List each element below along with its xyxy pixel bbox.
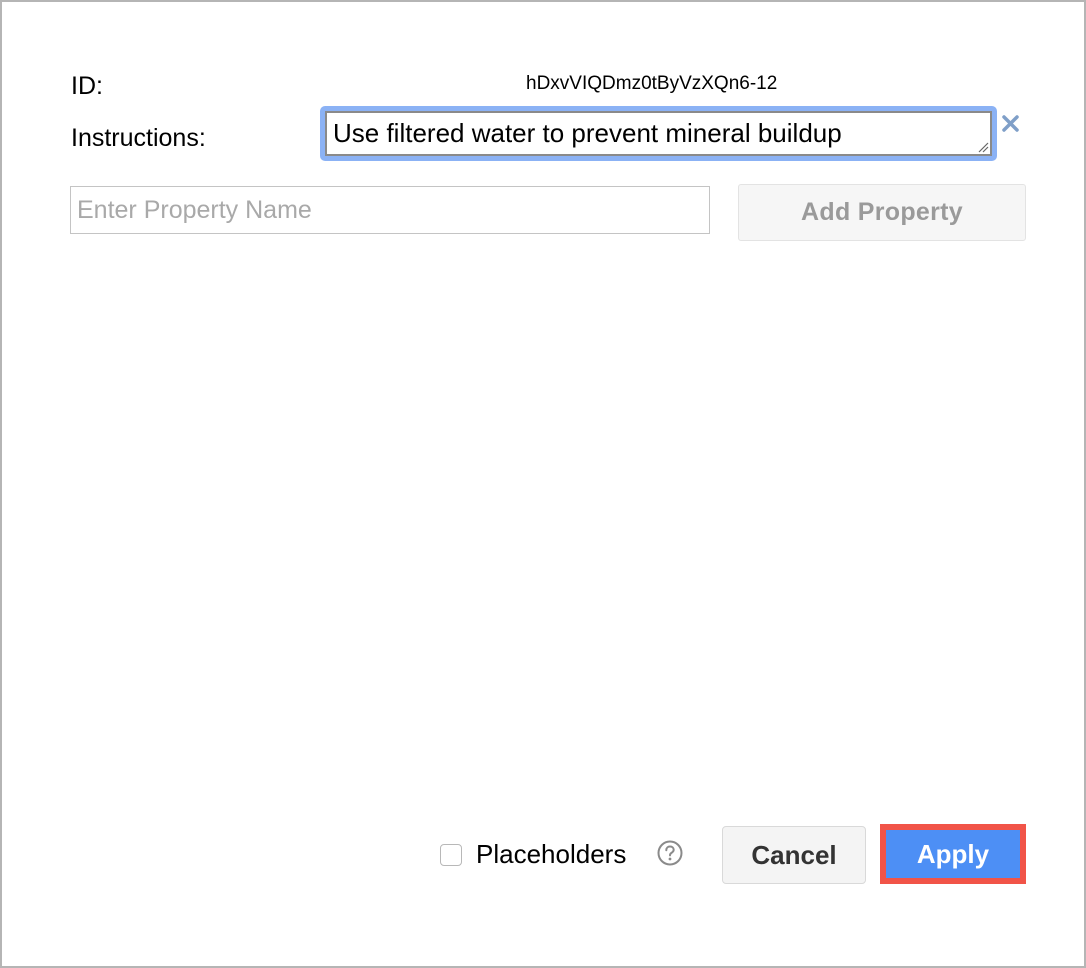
cancel-button[interactable]: Cancel <box>722 826 866 884</box>
edit-data-dialog: ID: hDxvVIQDmz0tByVzXQn6-12 Instructions… <box>0 0 1086 968</box>
add-property-button[interactable]: Add Property <box>738 184 1026 241</box>
apply-button-highlight: Apply <box>880 824 1026 884</box>
instructions-textarea[interactable] <box>325 111 992 156</box>
instructions-field-focus-ring <box>320 106 997 161</box>
apply-button[interactable]: Apply <box>886 830 1020 878</box>
placeholders-checkbox[interactable] <box>440 844 462 866</box>
help-circle-icon[interactable] <box>656 839 684 867</box>
property-name-input[interactable] <box>70 186 710 234</box>
id-value: hDxvVIQDmz0tByVzXQn6-12 <box>526 73 778 94</box>
close-icon[interactable] <box>1000 113 1022 135</box>
placeholders-label: Placeholders <box>476 839 627 869</box>
instructions-label: Instructions: <box>71 124 206 152</box>
id-label: ID: <box>71 72 103 100</box>
resize-grip-icon[interactable] <box>977 141 989 153</box>
